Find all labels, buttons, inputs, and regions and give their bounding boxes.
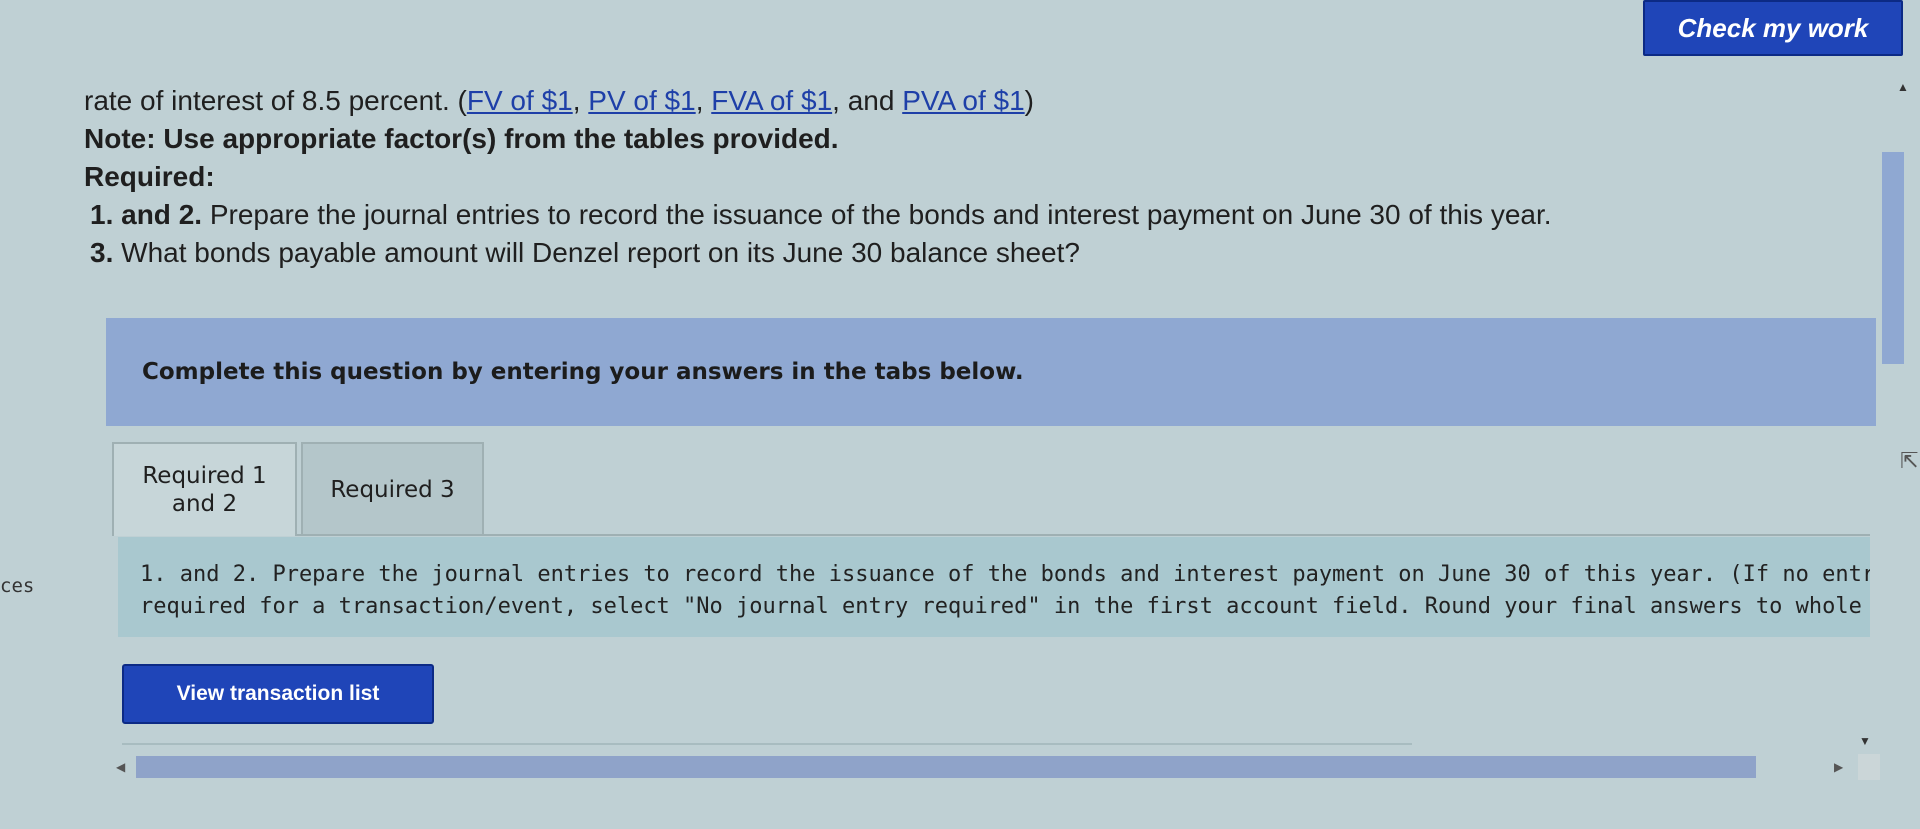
side-panel-label: ces xyxy=(0,575,35,597)
view-transaction-list-button[interactable]: View transaction list xyxy=(122,664,434,724)
tab-bar: Required 1 and 2 Required 3 xyxy=(112,442,484,536)
intro-text: rate of interest of 8.5 percent. ( xyxy=(84,85,467,116)
requirement-1-2: 1. and 2. Prepare the journal entries to… xyxy=(84,196,1874,234)
fv-link[interactable]: FV of $1 xyxy=(467,85,573,116)
tab-required-3[interactable]: Required 3 xyxy=(301,442,484,536)
vertical-scrollbar-thumb[interactable] xyxy=(1882,152,1904,364)
tab-required-1-and-2-line1: Required 1 xyxy=(142,463,267,489)
requirement-3-text: What bonds payable amount will Denzel re… xyxy=(113,237,1080,268)
requirement-1-2-text: Prepare the journal entries to record th… xyxy=(202,199,1552,230)
mouse-cursor-icon: ⇱ xyxy=(1900,448,1919,473)
question-text: rate of interest of 8.5 percent. (FV of … xyxy=(84,82,1874,272)
check-my-work-button[interactable]: Check my work xyxy=(1643,0,1903,56)
requirement-3: 3. What bonds payable amount will Denzel… xyxy=(84,234,1874,272)
tab-divider xyxy=(297,534,1870,536)
arrow-down-icon[interactable]: ▼ xyxy=(1859,734,1871,748)
arrow-right-icon[interactable]: ▶ xyxy=(1834,760,1843,774)
tab-instructions-line2: required for a transaction/event, select… xyxy=(140,594,1870,619)
arrow-left-icon[interactable]: ◀ xyxy=(116,760,125,774)
requirement-1-2-number: 1. and 2. xyxy=(90,199,203,230)
tab-required-3-label: Required 3 xyxy=(330,477,455,503)
horizontal-scrollbar[interactable] xyxy=(136,756,1756,778)
scrollbar-corner xyxy=(1858,754,1880,780)
tab-required-1-and-2-line2: and 2 xyxy=(171,491,238,517)
fva-link[interactable]: FVA of $1 xyxy=(711,85,832,116)
arrow-up-icon[interactable]: ▲ xyxy=(1897,80,1909,94)
required-heading: Required: xyxy=(84,161,215,192)
divider xyxy=(122,743,1412,745)
tab-instructions: 1. and 2. Prepare the journal entries to… xyxy=(118,537,1870,637)
instructions-banner: Complete this question by entering your … xyxy=(106,318,1876,426)
note-text: Note: Use appropriate factor(s) from the… xyxy=(84,123,839,154)
intro-line: rate of interest of 8.5 percent. (FV of … xyxy=(84,85,1034,116)
pva-link[interactable]: PVA of $1 xyxy=(902,85,1024,116)
requirement-3-number: 3. xyxy=(90,237,114,268)
tab-required-1-and-2[interactable]: Required 1 and 2 xyxy=(112,442,297,536)
pv-link[interactable]: PV of $1 xyxy=(588,85,695,116)
tab-instructions-line1: 1. and 2. Prepare the journal entries to… xyxy=(140,562,1870,587)
